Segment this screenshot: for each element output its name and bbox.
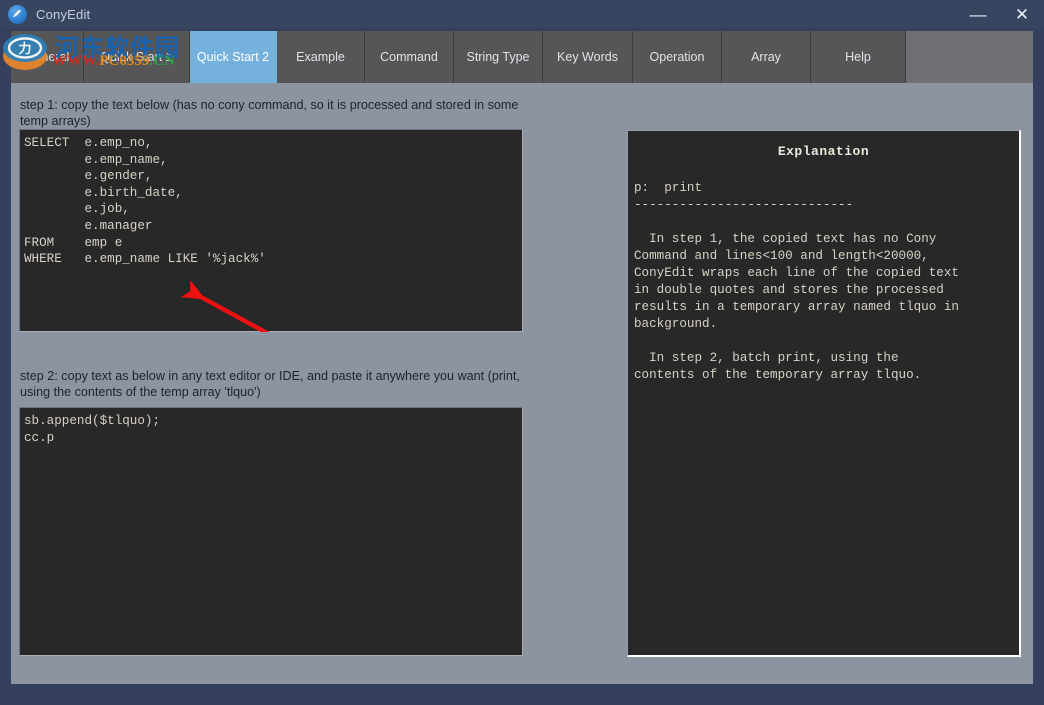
title-bar: ConyEdit — ✕ — [0, 0, 1044, 28]
step2-instruction-text: step 2: copy text as below in any text e… — [20, 369, 520, 399]
step1-instruction-text: step 1: copy the text below (has no cony… — [20, 98, 519, 128]
tab-bar: General Quick Start 1 Quick Start 2 Exam… — [11, 31, 1033, 83]
step1-code-text: SELECT e.emp_no, e.emp_name, e.gender, e… — [24, 136, 266, 267]
tab-command[interactable]: Command — [365, 31, 454, 83]
content-area: step 1: copy the text below (has no cony… — [11, 83, 1033, 684]
tab-general[interactable]: General — [11, 31, 84, 83]
conyedit-logo-icon — [8, 4, 27, 24]
tab-operation[interactable]: Operation — [633, 31, 722, 83]
tab-example[interactable]: Example — [277, 31, 365, 83]
window-title: ConyEdit — [36, 6, 91, 22]
step2-code-text: sb.append($tlquo); cc.p — [24, 414, 161, 445]
tab-help[interactable]: Help — [811, 31, 906, 83]
app-window: ConyEdit — ✕ General Quick Start 1 Quick… — [0, 0, 1044, 705]
close-button[interactable]: ✕ — [1000, 0, 1044, 28]
explanation-panel[interactable]: Explanation p: print -------------------… — [627, 130, 1021, 657]
explanation-title: Explanation — [777, 144, 870, 159]
step2-code-block[interactable]: sb.append($tlquo); cc.p — [19, 407, 523, 656]
explanation-inner: Explanation p: print -------------------… — [628, 131, 1019, 384]
tab-quick-start-1[interactable]: Quick Start 1 — [84, 31, 190, 83]
tab-bar-filler — [906, 31, 1033, 83]
tab-key-words[interactable]: Key Words — [543, 31, 633, 83]
window-controls: — ✕ — [956, 0, 1044, 28]
tab-array[interactable]: Array — [722, 31, 811, 83]
explanation-body-text: p: print ----------------------------- I… — [634, 181, 959, 382]
minimize-button[interactable]: — — [956, 0, 1000, 28]
step1-code-block[interactable]: SELECT e.emp_no, e.emp_name, e.gender, e… — [19, 129, 523, 332]
tab-quick-start-2[interactable]: Quick Start 2 — [190, 31, 277, 83]
tab-string-type[interactable]: String Type — [454, 31, 543, 83]
